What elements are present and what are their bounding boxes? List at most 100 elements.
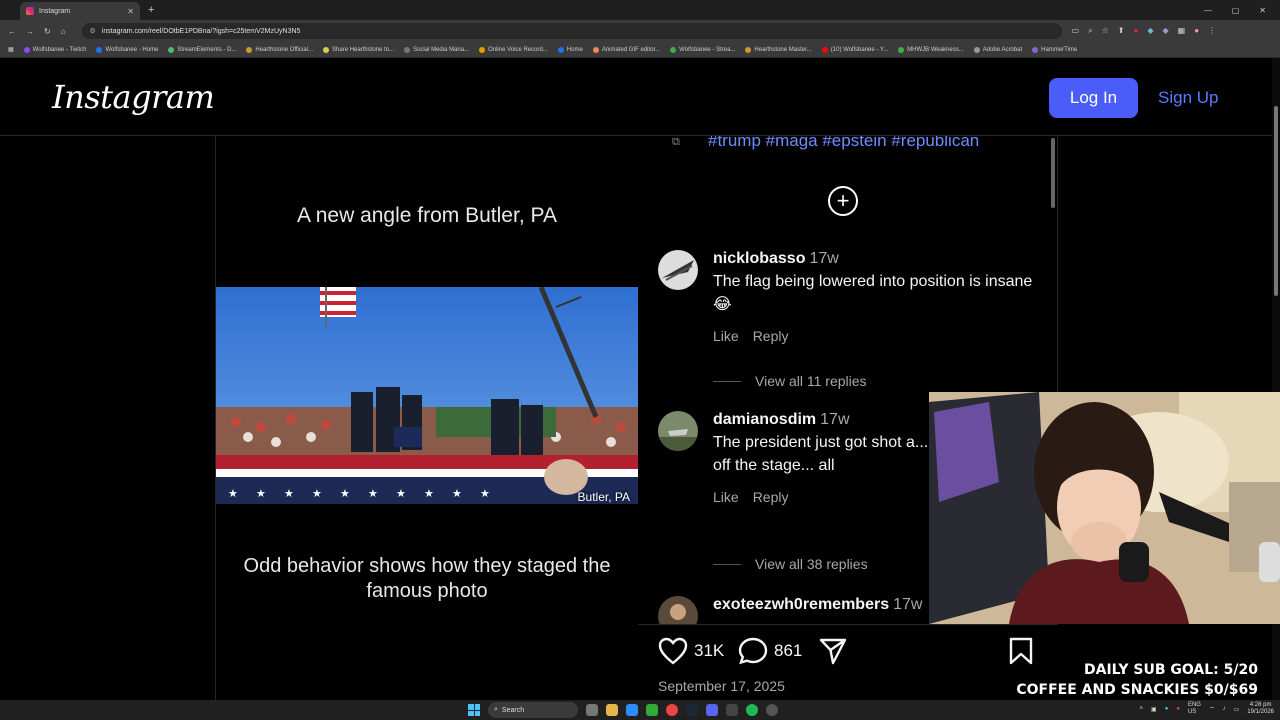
close-window-icon[interactable]: ✕ (1259, 6, 1266, 15)
file-explorer-icon[interactable] (606, 704, 618, 716)
new-tab-icon[interactable]: + (148, 4, 154, 16)
svg-text:★: ★ (228, 487, 238, 500)
svg-text:★: ★ (340, 487, 350, 500)
bookmark[interactable]: Hearthstone Master... (745, 46, 812, 53)
bookmark[interactable]: Animated GIF editor... (592, 46, 660, 53)
back-icon[interactable]: ← (8, 27, 16, 36)
discord-icon[interactable] (706, 704, 718, 716)
load-more-comments-icon[interactable]: + (828, 186, 858, 216)
signup-link[interactable]: Sign Up (1158, 88, 1218, 108)
comment-time[interactable]: 17w (893, 596, 922, 613)
tray-app-icon[interactable]: ● (1165, 706, 1169, 712)
obs-icon[interactable] (766, 704, 778, 716)
comment-time[interactable]: 17w (809, 250, 838, 267)
bookmark[interactable]: Wolfsbanee - Strea... (670, 46, 735, 53)
bookmark[interactable]: HammerTime (1032, 46, 1077, 53)
site-info-icon[interactable]: ⚙ (90, 27, 96, 35)
browser-tab-instagram[interactable]: Instagram ✕ (20, 2, 140, 20)
comment-reply-button[interactable]: Reply (753, 489, 789, 505)
extension-icon[interactable]: ◆ (1162, 26, 1168, 36)
profile-icon[interactable]: ● (1194, 26, 1199, 36)
home-icon[interactable]: ⌂ (61, 27, 66, 36)
menu-icon[interactable]: ⋮ (1208, 26, 1216, 36)
os-taskbar: ⌕ Search ˄ ▣ ● ● ENG US ⌔ ♪ ▭ 4:28 pm 19/… (0, 700, 1280, 720)
comment-time[interactable]: 17w (820, 411, 849, 428)
comment-like-button[interactable]: Like (713, 489, 739, 505)
reload-icon[interactable]: ↻ (44, 27, 51, 36)
like-button[interactable]: 31K (658, 637, 724, 665)
system-tray: ˄ ▣ ● ● ENG US ⌔ ♪ ▭ 4:28 pm 19/1/2026 (1140, 702, 1274, 716)
bookmark[interactable]: MHWJB Weakness... (898, 46, 964, 53)
reel-video[interactable]: A new angle from Butler, PA ★ ★ ★ ★ ★ ★ … (215, 136, 638, 700)
taskbar-search[interactable]: ⌕ Search (488, 702, 578, 718)
svg-text:★: ★ (424, 487, 434, 500)
comment-like-button[interactable]: Like (713, 328, 739, 344)
post-date[interactable]: September 17, 2025 (658, 678, 785, 694)
avatar[interactable] (658, 411, 698, 451)
bookmark[interactable]: (10) Wolfsbanee - Y... (821, 46, 888, 53)
minimize-icon[interactable]: — (1204, 6, 1212, 15)
address-bar[interactable]: ⚙ instagram.com/reel/DOtbE1PDBna/?igsh=c… (81, 23, 1062, 39)
view-replies-button[interactable]: View all 38 replies (713, 556, 868, 572)
spotify-icon[interactable] (746, 704, 758, 716)
close-tab-icon[interactable]: ✕ (127, 7, 134, 16)
chrome-icon[interactable] (666, 704, 678, 716)
svg-text:★: ★ (256, 487, 266, 500)
bookmark[interactable]: Online Voice Record... (479, 46, 548, 53)
tray-app-icon[interactable]: ● (1176, 706, 1180, 712)
bookmark[interactable]: Social Media Mana... (404, 46, 469, 53)
bookmark[interactable]: Wolfsbanee - Home (96, 46, 158, 53)
zoom-app-icon[interactable] (626, 704, 638, 716)
comment-username[interactable]: exoteezwh0remembers (713, 596, 889, 613)
tray-app-icon[interactable]: ▣ (1151, 706, 1157, 713)
app-icon[interactable] (726, 704, 738, 716)
svg-text:★: ★ (312, 487, 322, 500)
comment-button[interactable]: 861 (738, 637, 802, 665)
post-hashtags[interactable]: #trump #maga #epstein #republican (708, 136, 979, 151)
extension-icon[interactable]: ◆ (1147, 26, 1153, 36)
spreadsheet-app-icon[interactable] (646, 704, 658, 716)
bookmark[interactable]: Home (557, 46, 583, 53)
comment-username[interactable]: damianosdim (713, 411, 816, 428)
page-scrollbar-thumb[interactable] (1274, 106, 1278, 296)
bookmark-star-icon[interactable]: ☆ (1102, 26, 1109, 36)
instagram-favicon-icon (26, 7, 34, 15)
steam-icon[interactable] (686, 704, 698, 716)
login-button[interactable]: Log In (1049, 78, 1138, 118)
clock[interactable]: 4:28 pm 19/1/2026 (1247, 702, 1274, 716)
task-view-icon[interactable] (586, 704, 598, 716)
forward-icon[interactable]: → (26, 27, 34, 36)
svg-text:★: ★ (368, 487, 378, 500)
comment-username[interactable]: nicklobasso (713, 250, 805, 267)
wifi-icon[interactable]: ⌔ (1209, 705, 1215, 713)
volume-icon[interactable]: ♪ (1223, 706, 1226, 712)
heart-icon (658, 637, 688, 665)
windows-start-icon[interactable] (468, 704, 480, 716)
comment-reply-button[interactable]: Reply (753, 328, 789, 344)
maximize-icon[interactable]: ▢ (1232, 6, 1240, 15)
bookmark[interactable]: StreamElements - D... (168, 46, 236, 53)
comments-scrollbar-thumb[interactable] (1051, 138, 1055, 208)
share-button[interactable] (818, 637, 848, 665)
tip-goal-text: COFFEE AND SNACKIES $0/$69 (1016, 682, 1258, 698)
comment-bubble-icon (738, 637, 768, 665)
tray-overflow-icon[interactable]: ˄ (1140, 706, 1144, 712)
cast-icon[interactable]: ▭ (1072, 26, 1080, 36)
extensions-puzzle-icon[interactable]: ▦ (1178, 26, 1186, 36)
bookmark[interactable]: Share Hearthstone to... (323, 46, 394, 53)
bookmark[interactable]: Hearthstone Official... (246, 46, 313, 53)
zoom-icon[interactable]: ⌕ (1088, 26, 1092, 36)
extension-icon[interactable]: ⬆ (1118, 26, 1125, 36)
battery-icon[interactable]: ▭ (1234, 706, 1240, 713)
avatar[interactable] (658, 250, 698, 290)
view-replies-button[interactable]: View all 11 replies (713, 373, 867, 389)
avatar[interactable] (658, 596, 698, 624)
instagram-header: Instagram Log In Sign Up (0, 58, 1280, 136)
instagram-logo[interactable]: Instagram (52, 78, 215, 116)
bookmark[interactable]: Adobe Acrobat (973, 46, 1022, 53)
tray-lang[interactable]: ENG US (1188, 702, 1201, 716)
bookmark[interactable]: Wolfsbanee - Twitch (23, 46, 86, 53)
bookmarks-bar: ▦ Wolfsbanee - Twitch Wolfsbanee - Home … (0, 42, 1280, 58)
apps-icon[interactable]: ▦ (8, 46, 14, 53)
extension-red-icon[interactable]: ● (1133, 26, 1138, 36)
